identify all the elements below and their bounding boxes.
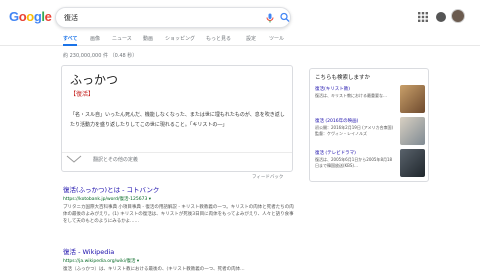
search-result: 復活(ふっかつ)とは - コトバンク https://kotobank.jp/w…	[63, 184, 295, 225]
tab-shopping[interactable]: ショッピング	[165, 35, 195, 42]
dictionary-definition: 「名・スル自」いったん死んだ、機能しなくなった、または世に埋もれたものが、息を吹…	[70, 112, 285, 128]
search-box	[55, 7, 291, 28]
related-item-title[interactable]: 復活(キリスト教)	[315, 86, 350, 92]
result-title-link[interactable]: 復活(ふっかつ)とは - コトバンク	[63, 184, 295, 194]
search-tabs: すべて 画像 ニュース 動画 ショッピング もっと見る 設定 ツール	[0, 33, 480, 46]
related-item-title[interactable]: 復活 (テレビドラマ)	[315, 150, 356, 156]
related-item-thumbnail[interactable]	[400, 85, 425, 113]
tab-news[interactable]: ニュース	[112, 35, 132, 42]
result-snippet: ブリタニカ国際大百科事典 小項目事典 - 復活の用語解説 - キリスト教教義の一…	[63, 205, 294, 224]
related-item-thumbnail[interactable]	[400, 149, 425, 177]
microphone-icon[interactable]	[264, 12, 276, 24]
dictionary-card: ふっかつ 【復活】 「名・スル自」いったん死んだ、機能しなくなった、または世に埋…	[61, 65, 293, 172]
chevron-down-icon[interactable]	[66, 155, 82, 163]
more-definitions-link[interactable]: 翻訳とその他の定義	[93, 156, 138, 163]
tab-images[interactable]: 画像	[90, 35, 100, 42]
account-avatar[interactable]	[451, 9, 465, 23]
top-bar: Google	[0, 0, 480, 34]
result-url[interactable]: https://kotobank.jp/word/復活-125673 ▾	[63, 196, 295, 202]
related-item[interactable]: 復活 (2016年の映画) 初公開：2016年2月19日 (アメリカ合衆国) 監…	[315, 117, 425, 146]
related-item-thumbnail[interactable]	[400, 117, 425, 145]
apps-grid-icon[interactable]	[418, 12, 428, 22]
tab-videos[interactable]: 動画	[143, 35, 153, 42]
tab-tools[interactable]: ツール	[269, 35, 284, 42]
related-searches-panel: こちらも検索しますか 復活(キリスト教) 復活は、キリスト教における最重要な… …	[309, 68, 429, 182]
related-item[interactable]: 復活(キリスト教) 復活は、キリスト教における最重要な…	[315, 85, 425, 114]
result-stats: 約 230,000,000 件 （0.48 秒）	[63, 53, 138, 59]
related-item-text: 初公開：2016年2月19日 (アメリカ合衆国) 監督：ケヴィン・レイノルズ	[315, 125, 394, 136]
result-title-link[interactable]: 復活 - Wikipedia	[63, 246, 295, 256]
search-input[interactable]	[64, 11, 244, 25]
active-tab-indicator	[63, 44, 77, 46]
result-url[interactable]: https://ja.wikipedia.org/wiki/復活 ▾	[63, 258, 295, 264]
notifications-icon[interactable]	[436, 12, 446, 22]
google-logo[interactable]: Google	[9, 9, 52, 24]
card-divider	[62, 152, 292, 153]
related-searches-heading: こちらも検索しますか	[315, 75, 371, 81]
related-item-title[interactable]: 復活 (2016年の映画)	[315, 118, 358, 124]
feedback-link[interactable]: フィードバック	[252, 174, 283, 180]
tab-all[interactable]: すべて	[63, 35, 77, 42]
tab-settings[interactable]: 設定	[246, 35, 256, 42]
related-item-text: 復活は、キリスト教における最重要な…	[315, 93, 387, 98]
related-item[interactable]: 復活 (テレビドラマ) 復活は、2005年6月1日から2005年8月18日まで韓…	[315, 149, 425, 178]
search-icon[interactable]	[279, 11, 291, 24]
dictionary-term: ふっかつ	[70, 73, 119, 87]
search-result: 復活 - Wikipedia https://ja.wikipedia.org/…	[63, 246, 295, 273]
dictionary-kanji: 【復活】	[70, 91, 95, 98]
tab-more[interactable]: もっと見る	[206, 35, 231, 42]
related-item-text: 復活は、2005年6月1日から2005年8月18日まで韓国放送(KBS)…	[315, 157, 393, 168]
